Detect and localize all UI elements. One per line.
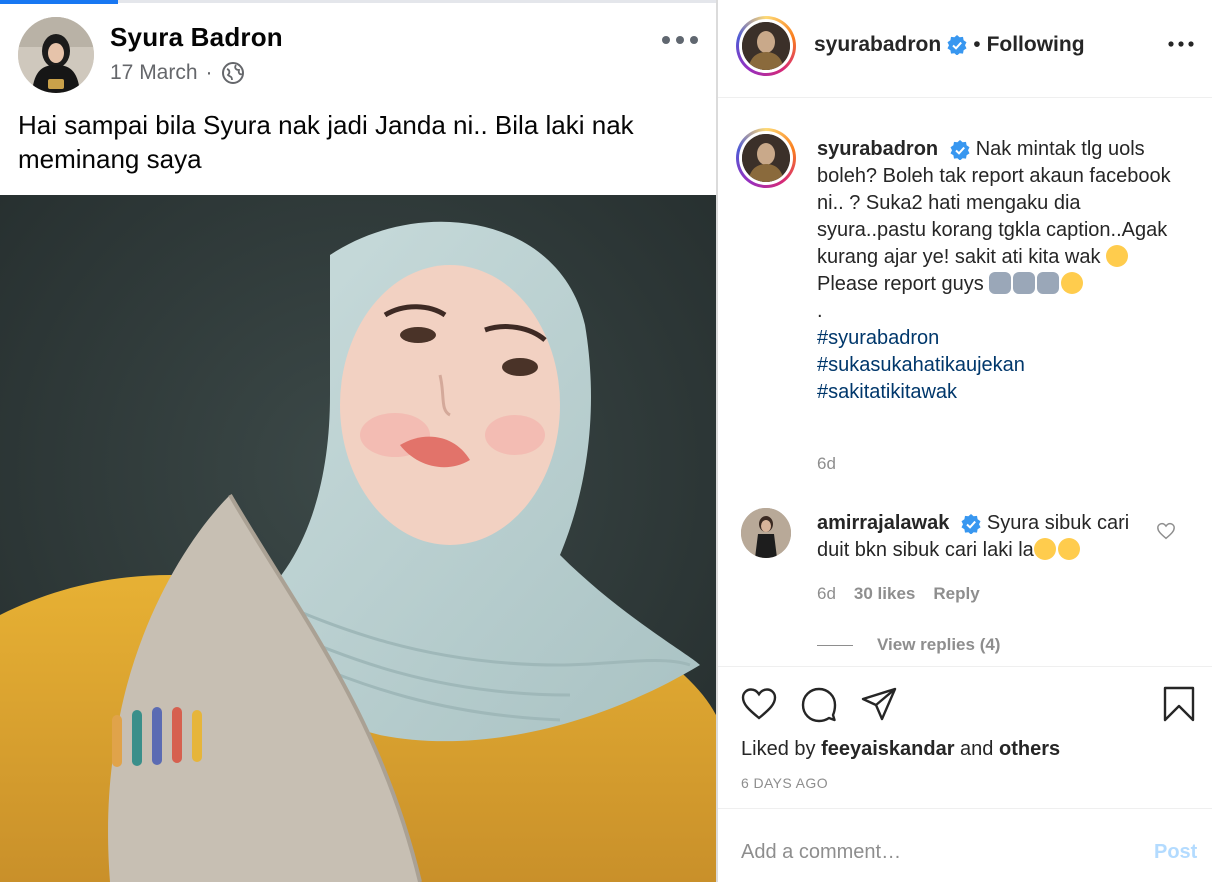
- save-bookmark-icon[interactable]: [1160, 685, 1198, 723]
- hashtag-link[interactable]: #syurabadron: [817, 325, 1187, 352]
- view-replies-label: View replies (4): [877, 635, 1001, 654]
- header-separator: •: [973, 33, 981, 56]
- following-button[interactable]: Following: [987, 33, 1085, 57]
- liked-by-conj: and: [960, 738, 994, 760]
- share-send-icon[interactable]: [860, 685, 898, 723]
- facebook-post: Syura Badron 17 March · Hai sampai bila …: [0, 0, 716, 882]
- facebook-top-border: [118, 0, 716, 3]
- facebook-post-photo[interactable]: [0, 195, 716, 882]
- selfie-image: [0, 195, 716, 882]
- comment-meta: 6d 30 likes Reply: [817, 584, 980, 604]
- verified-badge-icon: [961, 513, 981, 534]
- laughing-emoji-icon: [1033, 538, 1056, 560]
- post-age[interactable]: 6 DAYS AGO: [741, 775, 828, 791]
- instagram-actions: Liked by feeyaiskandar and others 6 DAYS…: [718, 666, 1212, 808]
- caption-line-3: .: [817, 300, 823, 322]
- hashtag-link[interactable]: #sakitatikitawak: [817, 379, 1187, 406]
- liked-by-others[interactable]: others: [999, 738, 1060, 760]
- comment-like-heart-icon[interactable]: [1156, 522, 1176, 540]
- header-avatar: [742, 22, 790, 70]
- instagram-comments-area[interactable]: syurabadron Nak mintak tlg uols boleh? B…: [718, 98, 1212, 666]
- praying-hands-emoji-icon: [1013, 272, 1036, 294]
- instagram-post-header: syurabadron • Following: [718, 0, 1212, 98]
- add-comment-input[interactable]: Add a comment…: [741, 841, 901, 864]
- sad-face-emoji-icon: [1061, 272, 1084, 294]
- caption-username[interactable]: syurabadron: [817, 138, 938, 160]
- verified-badge-icon: [947, 35, 967, 55]
- caption-line-2: Please report guys: [817, 273, 984, 295]
- caption-avatar-photo: [742, 134, 790, 182]
- facebook-post-meta: 17 March ·: [110, 61, 245, 85]
- caption-timestamp[interactable]: 6d: [817, 454, 836, 474]
- liked-by-prefix: Liked by: [741, 738, 816, 760]
- avatar-photo: [18, 17, 94, 93]
- globe-icon[interactable]: [221, 61, 245, 85]
- instagram-panel: syurabadron • Following syurabadron Nak …: [718, 0, 1212, 882]
- comment: amirrajalawak Syura sibuk cari duit bkn …: [817, 510, 1157, 564]
- verified-badge-icon: [950, 139, 970, 160]
- caption-author-avatar[interactable]: [736, 128, 796, 188]
- like-heart-icon[interactable]: [740, 685, 778, 723]
- view-replies-button[interactable]: View replies (4): [817, 635, 1000, 655]
- post-comment-button[interactable]: Post: [1154, 841, 1197, 864]
- comment-time[interactable]: 6d: [817, 584, 836, 604]
- rofl-emoji-icon: [1057, 538, 1080, 560]
- more-options-icon[interactable]: [1166, 38, 1196, 50]
- commenter-avatar[interactable]: [741, 508, 791, 558]
- header-username[interactable]: syurabadron: [814, 33, 941, 57]
- tired-face-emoji-icon: [1106, 245, 1129, 267]
- liked-by-line: Liked by feeyaiskandar and others: [741, 738, 1060, 761]
- header-user-line: syurabadron • Following: [814, 33, 1085, 57]
- comment-bubble-icon[interactable]: [800, 685, 838, 723]
- story-ring-avatar[interactable]: [736, 16, 796, 76]
- add-comment-bar: Add a comment… Post: [718, 808, 1212, 882]
- view-replies-line: [817, 644, 853, 646]
- facebook-author-name[interactable]: Syura Badron: [110, 22, 283, 53]
- meta-separator: ·: [205, 61, 213, 84]
- comment-likes[interactable]: 30 likes: [854, 584, 915, 604]
- praying-hands-emoji-icon: [989, 272, 1012, 294]
- reply-button[interactable]: Reply: [933, 584, 979, 604]
- praying-hands-emoji-icon: [1037, 272, 1060, 294]
- commenter-username[interactable]: amirrajalawak: [817, 512, 949, 534]
- facebook-top-accent: [0, 0, 118, 4]
- liked-by-user[interactable]: feeyaiskandar: [821, 738, 954, 760]
- more-options-icon[interactable]: [660, 32, 700, 48]
- hashtag-link[interactable]: #sukasukahatikaujekan: [817, 352, 1187, 379]
- instagram-caption: syurabadron Nak mintak tlg uols boleh? B…: [817, 136, 1187, 406]
- facebook-post-date[interactable]: 17 March: [110, 61, 198, 85]
- facebook-post-caption: Hai sampai bila Syura nak jadi Janda ni.…: [18, 110, 634, 174]
- facebook-author-avatar[interactable]: [18, 17, 94, 93]
